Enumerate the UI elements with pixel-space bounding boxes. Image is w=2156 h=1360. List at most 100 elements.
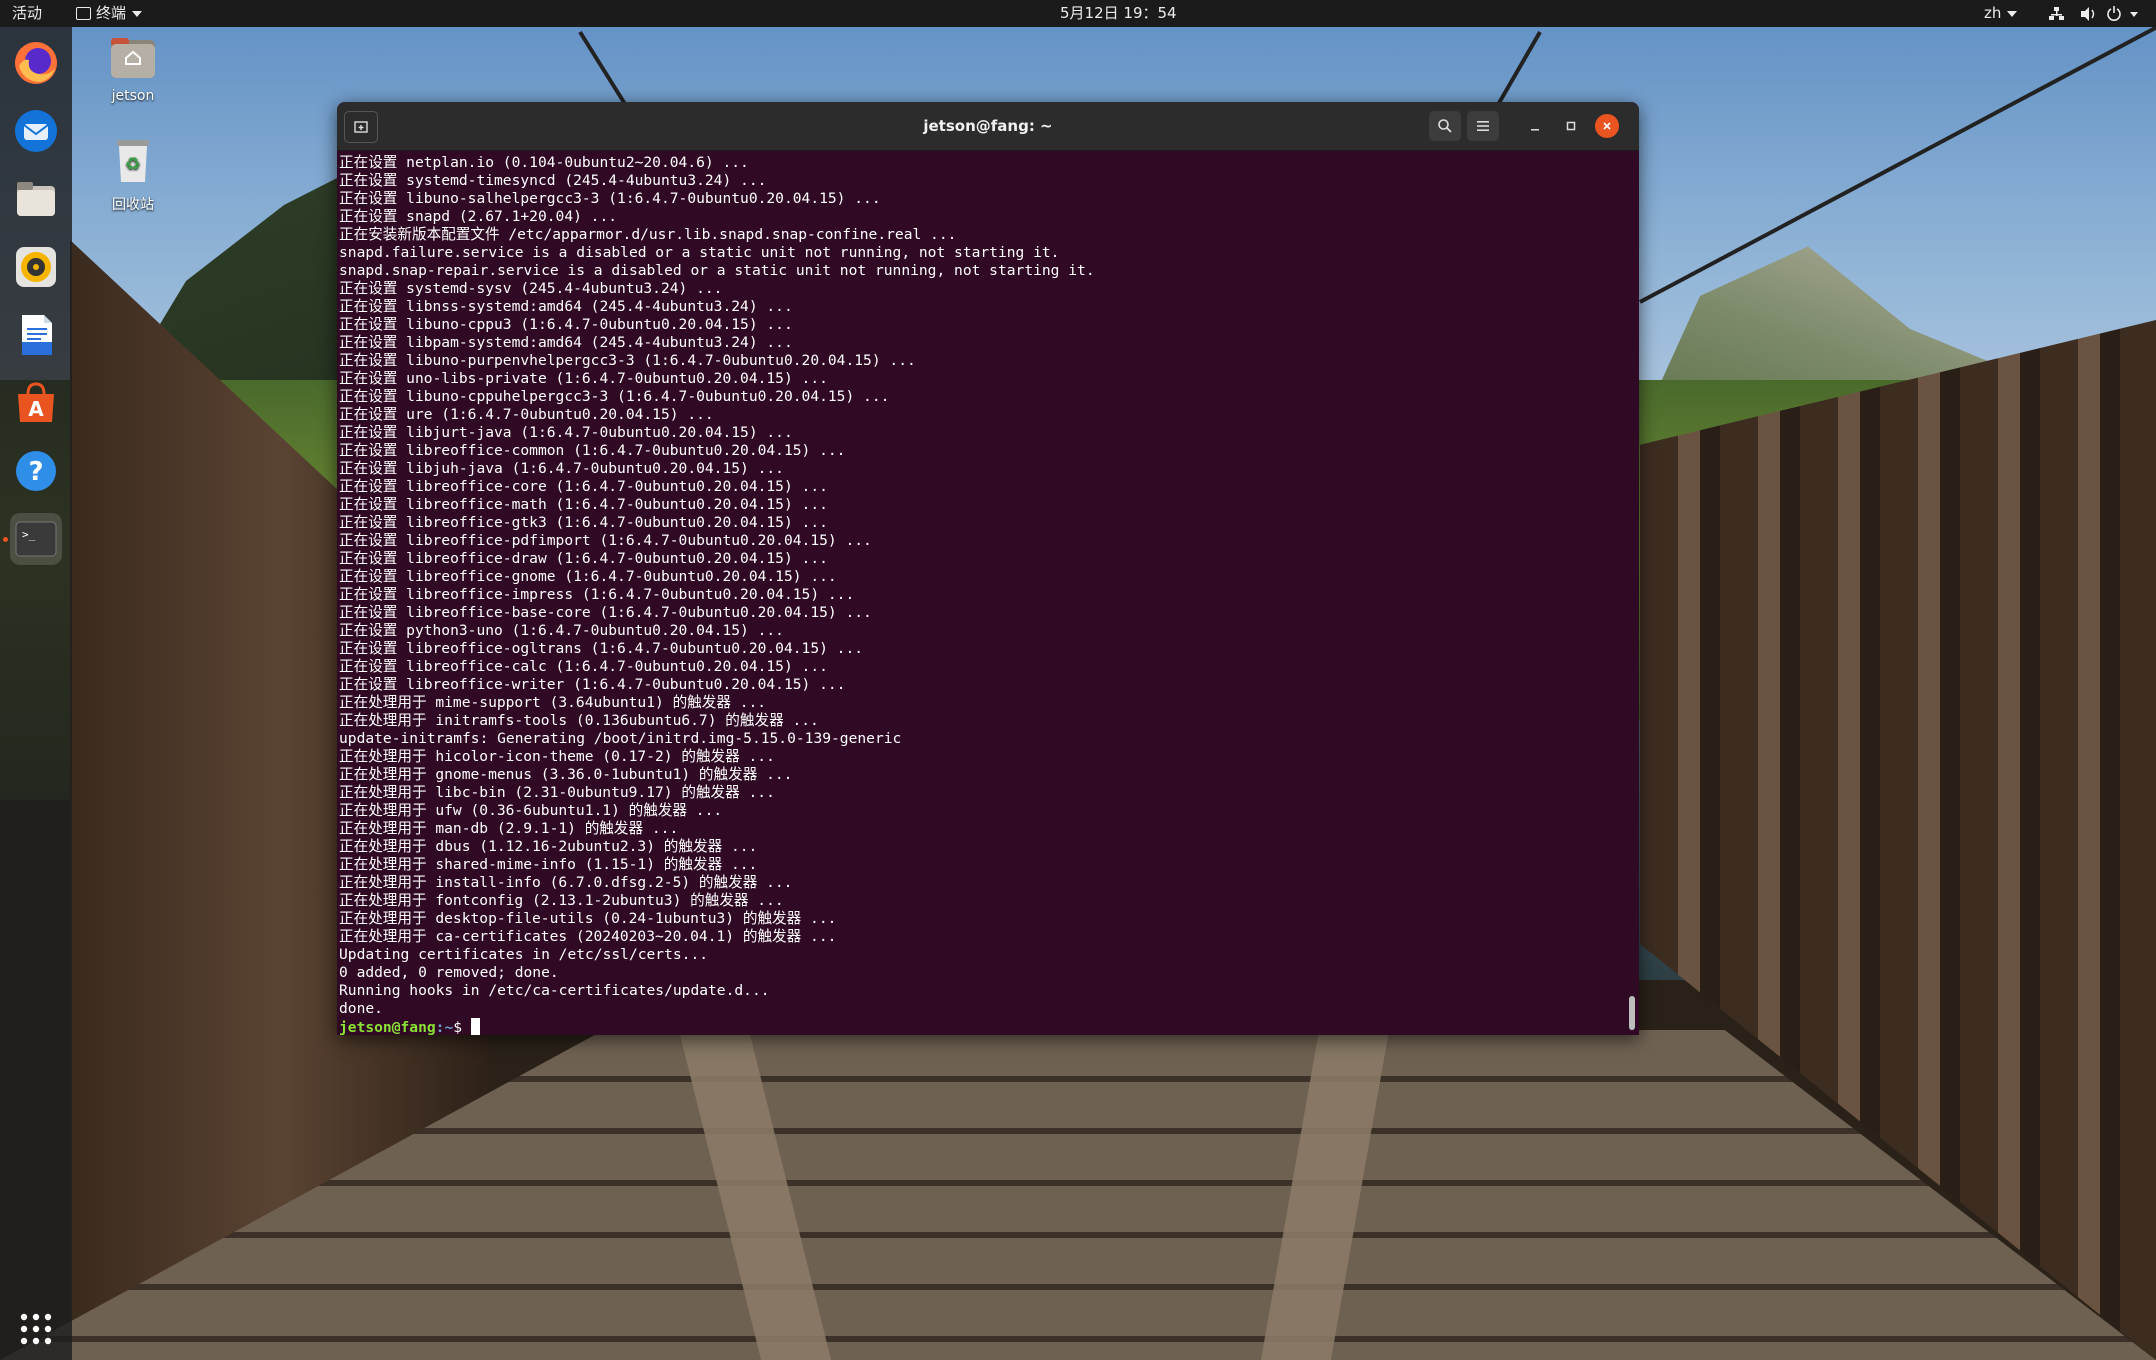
rhythmbox-icon — [16, 247, 56, 287]
dock-firefox[interactable] — [10, 37, 62, 89]
terminal-headerbar[interactable]: jetson@fang: ~ — [337, 102, 1639, 151]
terminal-line: snapd.failure.service is a disabled or a… — [339, 244, 1060, 261]
dock-terminal[interactable]: >_ — [10, 513, 62, 565]
minimize-button[interactable] — [1523, 114, 1547, 138]
network-icon — [2049, 7, 2064, 20]
terminal-line: 正在设置 libreoffice-math (1:6.4.7-0ubuntu0.… — [339, 496, 828, 513]
app-menu-button[interactable]: 终端 — [76, 0, 143, 27]
terminal-line: 正在设置 netplan.io (0.104-0ubuntu2~20.04.6)… — [339, 154, 749, 171]
terminal-line: 正在设置 python3-uno (1:6.4.7-0ubuntu0.20.04… — [339, 622, 784, 639]
terminal-line: 正在处理用于 install-info (6.7.0.dfsg.2-5) 的触发… — [339, 874, 793, 891]
terminal-line: 正在设置 libnss-systemd:amd64 (245.4-4ubuntu… — [339, 298, 793, 315]
thunderbird-icon — [15, 110, 57, 152]
terminal-line: 正在设置 snapd (2.67.1+20.04) ... — [339, 208, 618, 225]
close-button[interactable] — [1595, 114, 1619, 138]
terminal-line: 正在设置 libuno-salhelpergcc3-3 (1:6.4.7-0ub… — [339, 190, 881, 207]
writer-icon — [22, 315, 52, 355]
search-button[interactable] — [1429, 111, 1461, 141]
svg-text:?: ? — [28, 457, 43, 487]
terminal-line: update-initramfs: Generating /boot/initr… — [339, 730, 902, 747]
dock-ubuntu-software[interactable]: A — [10, 377, 62, 429]
desktop-trash[interactable]: ♻ 回收站 — [83, 136, 183, 214]
terminal-line: 0 added, 0 removed; done. — [339, 964, 559, 981]
terminal-line: 正在处理用于 gnome-menus (3.36.0-1ubuntu1) 的触发… — [339, 766, 793, 783]
terminal-line: Running hooks in /etc/ca-certificates/up… — [339, 982, 770, 999]
prompt-symbol: $ — [453, 1019, 471, 1035]
terminal-line: 正在设置 libreoffice-pdfimport (1:6.4.7-0ubu… — [339, 532, 872, 549]
text-cursor — [470, 1018, 480, 1035]
terminal-line: 正在处理用于 libc-bin (2.31-0ubuntu9.17) 的触发器 … — [339, 784, 775, 801]
terminal-line: 正在处理用于 fontconfig (2.13.1-2ubuntu3) 的触发器… — [339, 892, 784, 909]
terminal-line: 正在设置 libreoffice-gtk3 (1:6.4.7-0ubuntu0.… — [339, 514, 828, 531]
files-icon — [17, 182, 55, 216]
terminal-icon: >_ — [15, 521, 57, 557]
trash-icon: ♻ — [117, 140, 149, 182]
terminal-line: 正在设置 systemd-timesyncd (245.4-4ubuntu3.2… — [339, 172, 767, 189]
terminal-line: 正在设置 libreoffice-gnome (1:6.4.7-0ubuntu0… — [339, 568, 837, 585]
dock: A ? >_ — [0, 27, 72, 1360]
input-method-label: zh — [1984, 4, 2002, 22]
terminal-window[interactable]: jetson@fang: ~ 正在设置 netplan.io (0.104-0u… — [337, 102, 1639, 1035]
close-icon — [1603, 122, 1611, 130]
clock[interactable]: 5月12日 19：54 — [1060, 0, 1177, 27]
terminal-prompt[interactable]: jetson@fang:~$ — [339, 1018, 1619, 1035]
terminal-line: 正在处理用于 ca-certificates (20240203~20.04.1… — [339, 928, 837, 945]
software-icon: A — [18, 382, 54, 422]
terminal-output[interactable]: 正在设置 netplan.io (0.104-0ubuntu2~20.04.6)… — [339, 154, 1619, 1035]
volume-icon — [2081, 7, 2095, 21]
terminal-line: 正在设置 libreoffice-impress (1:6.4.7-0ubunt… — [339, 586, 855, 603]
scrollbar[interactable] — [1629, 154, 1635, 1032]
chevron-down-icon — [132, 10, 143, 17]
terminal-line: 正在设置 uno-libs-private (1:6.4.7-0ubuntu0.… — [339, 370, 828, 387]
input-method-button[interactable]: zh — [1984, 0, 2018, 27]
chevron-down-icon — [2130, 12, 2138, 17]
terminal-line: 正在设置 libreoffice-core (1:6.4.7-0ubuntu0.… — [339, 478, 828, 495]
minimize-icon — [1531, 129, 1539, 131]
dock-help[interactable]: ? — [10, 445, 62, 497]
help-icon: ? — [16, 451, 56, 491]
terminal-line: 正在设置 libuno-purpenvhelpergcc3-3 (1:6.4.7… — [339, 352, 916, 369]
terminal-line: 正在设置 libreoffice-calc (1:6.4.7-0ubuntu0.… — [339, 658, 828, 675]
desktop-home-label: jetson — [111, 88, 155, 104]
hamburger-icon — [1477, 121, 1489, 131]
svg-text:>_: >_ — [22, 528, 36, 541]
terminal-line: 正在处理用于 ufw (0.36-6ubuntu1.1) 的触发器 ... — [339, 802, 723, 819]
top-bar: 活动 终端 5月12日 19：54 zh — [0, 0, 2156, 27]
terminal-line: 正在处理用于 man-db (2.9.1-1) 的触发器 ... — [339, 820, 679, 837]
terminal-line: 正在处理用于 mime-support (3.64ubuntu1) 的触发器 .… — [339, 694, 767, 711]
system-menu-button[interactable] — [2048, 0, 2148, 27]
menu-button[interactable] — [1467, 111, 1499, 141]
terminal-line: 正在设置 libreoffice-writer (1:6.4.7-0ubuntu… — [339, 676, 846, 693]
terminal-line: 正在设置 libreoffice-common (1:6.4.7-0ubuntu… — [339, 442, 846, 459]
apps-grid-icon — [20, 1313, 52, 1345]
terminal-small-icon — [76, 7, 91, 20]
activities-button[interactable]: 活动 — [12, 0, 42, 27]
maximize-icon — [1566, 121, 1576, 131]
dock-thunderbird[interactable] — [10, 105, 62, 157]
dock-files[interactable] — [10, 173, 62, 225]
dock-libreoffice-writer[interactable] — [10, 309, 62, 361]
running-indicator — [3, 537, 8, 542]
app-menu-label: 终端 — [96, 4, 127, 22]
scrollbar-thumb[interactable] — [1629, 996, 1635, 1030]
terminal-line: 正在设置 libreoffice-draw (1:6.4.7-0ubuntu0.… — [339, 550, 828, 567]
prompt-user: jetson@fang — [339, 1019, 436, 1035]
terminal-line: 正在设置 libreoffice-ogltrans (1:6.4.7-0ubun… — [339, 640, 864, 657]
home-folder-icon — [111, 38, 155, 78]
terminal-line: 正在处理用于 hicolor-icon-theme (0.17-2) 的触发器 … — [339, 748, 775, 765]
firefox-icon — [15, 42, 57, 84]
terminal-line: 正在设置 libuno-cppuhelpergcc3-3 (1:6.4.7-0u… — [339, 388, 890, 405]
show-applications-button[interactable] — [10, 1303, 62, 1355]
dock-rhythmbox[interactable] — [10, 241, 62, 293]
terminal-line: 正在安装新版本配置文件 /etc/apparmor.d/usr.lib.snap… — [339, 226, 957, 243]
terminal-line: 正在设置 libreoffice-base-core (1:6.4.7-0ubu… — [339, 604, 872, 621]
terminal-line: done. — [339, 1000, 383, 1017]
terminal-line: 正在处理用于 dbus (1.12.16-2ubuntu2.3) 的触发器 ..… — [339, 838, 758, 855]
terminal-line: 正在设置 libjuh-java (1:6.4.7-0ubuntu0.20.04… — [339, 460, 784, 477]
terminal-line: Updating certificates in /etc/ssl/certs.… — [339, 946, 709, 963]
desktop-home-folder[interactable]: jetson — [83, 34, 183, 104]
terminal-line: 正在设置 systemd-sysv (245.4-4ubuntu3.24) ..… — [339, 280, 723, 297]
svg-text:A: A — [28, 397, 44, 421]
maximize-button[interactable] — [1559, 114, 1583, 138]
power-icon — [2107, 6, 2121, 21]
